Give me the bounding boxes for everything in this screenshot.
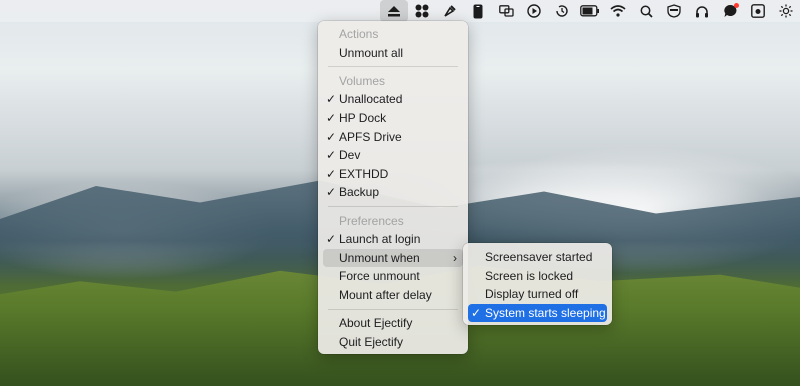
volume-label: Unallocated: [339, 92, 403, 107]
screensaver-started-item[interactable]: Screensaver started: [468, 248, 607, 267]
volume-item-dev[interactable]: ✓ Dev: [323, 146, 463, 165]
volume-item-backup[interactable]: ✓ Backup: [323, 183, 463, 202]
checkmark-icon: ✓: [326, 232, 337, 247]
menu-bar: [0, 0, 800, 22]
separator: [328, 206, 458, 208]
preferences-header: Preferences: [339, 213, 404, 228]
mount-after-delay-item[interactable]: Mount after delay: [323, 286, 463, 305]
checkmark-icon: ✓: [326, 129, 337, 144]
unmount-when-label: Unmount when: [339, 250, 420, 265]
unmount-when-item[interactable]: Unmount when ›: [323, 248, 463, 268]
separator: [328, 308, 458, 310]
notification-badge: [734, 3, 739, 8]
volume-item-hp-dock[interactable]: ✓ HP Dock: [323, 109, 463, 128]
ejectify-menu: Actions Unmount all Volumes ✓ Unallocate…: [318, 21, 468, 354]
sun-icon[interactable]: [772, 0, 800, 22]
volume-label: EXTHDD: [339, 166, 389, 181]
submenu-arrow-icon: ›: [453, 250, 457, 265]
cmd-icon[interactable]: [408, 0, 436, 22]
volume-item-unallocated[interactable]: ✓ Unallocated: [323, 90, 463, 109]
checkmark-icon: ✓: [326, 166, 337, 181]
volume-item-exthdd[interactable]: ✓ EXTHDD: [323, 165, 463, 184]
chat-icon[interactable]: [716, 0, 744, 22]
screens-icon[interactable]: [492, 0, 520, 22]
screen-locked-item[interactable]: Screen is locked: [468, 267, 607, 286]
shield-icon[interactable]: [660, 0, 688, 22]
volume-label: APFS Drive: [339, 129, 402, 144]
play-icon[interactable]: [520, 0, 548, 22]
checkmark-icon: ✓: [326, 185, 337, 200]
separator: [328, 66, 458, 68]
search-icon[interactable]: [632, 0, 660, 22]
checkmark-icon: ✓: [326, 110, 337, 125]
checkmark-icon: ✓: [326, 92, 337, 107]
launch-at-login-label: Launch at login: [339, 232, 421, 247]
unmount-when-submenu: Screensaver started Screen is locked Dis…: [463, 243, 612, 325]
volume-label: Backup: [339, 185, 380, 200]
about-item[interactable]: About Ejectify: [323, 314, 463, 333]
eject-icon[interactable]: [380, 0, 408, 22]
volume-label: HP Dock: [339, 110, 387, 125]
force-unmount-item[interactable]: Force unmount: [323, 267, 463, 286]
display-turned-off-item[interactable]: Display turned off: [468, 285, 607, 304]
volumes-header: Volumes: [339, 73, 386, 88]
checkmark-icon: ✓: [471, 305, 482, 320]
phone-icon[interactable]: [464, 0, 492, 22]
system-starts-sleeping-label: System starts sleeping: [485, 305, 606, 320]
unmount-all-item[interactable]: Unmount all: [323, 44, 463, 63]
launch-at-login-item[interactable]: ✓ Launch at login: [323, 230, 463, 249]
system-starts-sleeping-item[interactable]: ✓ System starts sleeping: [468, 303, 607, 323]
wifi-icon[interactable]: [604, 0, 632, 22]
battery-icon[interactable]: [576, 0, 604, 22]
volume-item-apfs-drive[interactable]: ✓ APFS Drive: [323, 128, 463, 147]
paintbrush-icon[interactable]: [436, 0, 464, 22]
camera-icon[interactable]: [744, 0, 772, 22]
headphones-icon[interactable]: [688, 0, 716, 22]
checkmark-icon: ✓: [326, 148, 337, 163]
actions-header: Actions: [339, 27, 379, 41]
history-icon[interactable]: [548, 0, 576, 22]
quit-item[interactable]: Quit Ejectify: [323, 333, 463, 352]
volume-label: Dev: [339, 148, 361, 163]
